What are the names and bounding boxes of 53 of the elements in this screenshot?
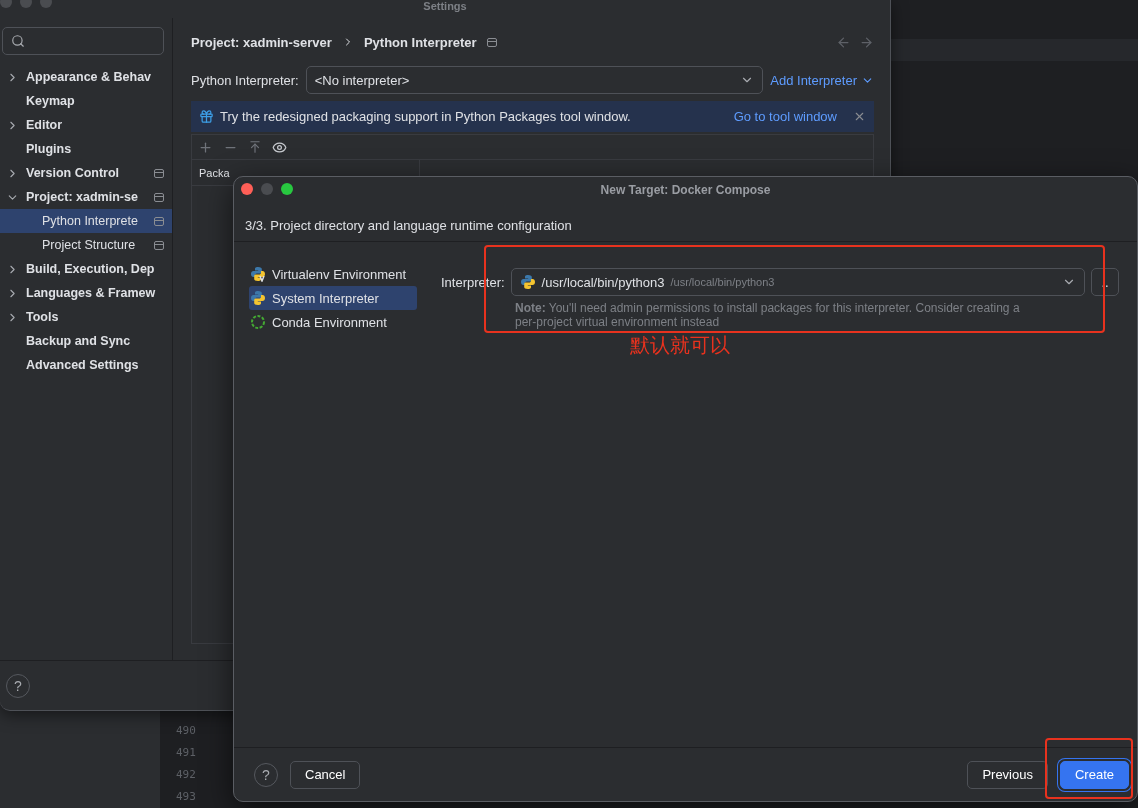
- sidebar-item[interactable]: Editor: [0, 113, 172, 137]
- breadcrumb-item: Python Interpreter: [363, 34, 477, 50]
- conda-ring-icon: [250, 314, 266, 330]
- sidebar-item[interactable]: Languages & Framew: [0, 281, 172, 305]
- sidebar-item[interactable]: Appearance & Behav: [0, 65, 172, 89]
- sidebar-item[interactable]: Advanced Settings: [0, 353, 172, 377]
- project-scope-icon: [486, 37, 497, 47]
- environment-item[interactable]: Virtualenv Environment: [249, 262, 417, 286]
- step-heading: 3/3. Project directory and language runtime configuration: [245, 218, 572, 233]
- annotation-text: 默认就可以: [630, 332, 730, 359]
- sidebar-item[interactable]: Tools: [0, 305, 172, 329]
- environment-item[interactable]: System Interpreter: [249, 286, 417, 310]
- sidebar-item[interactable]: Plugins: [0, 137, 172, 161]
- zoom-dot-icon[interactable]: [281, 183, 293, 195]
- interpreter-dropdown[interactable]: /usr/local/bin/python3 /usr/local/bin/python3: [510, 268, 1085, 296]
- minimize-dot-icon[interactable]: [261, 183, 273, 195]
- sidebar-item[interactable]: Project: xadmin-se: [0, 185, 172, 209]
- python-icon: [519, 274, 536, 290]
- sidebar-item[interactable]: Keymap: [0, 89, 172, 113]
- python-icon: [250, 290, 266, 306]
- close-icon[interactable]: [853, 110, 866, 123]
- banner-text: Try the redesigned packaging support in Python Packages tool window.: [220, 109, 632, 124]
- tool-window-link[interactable]: Go to tool window: [733, 109, 837, 124]
- line-number: 493: [176, 789, 196, 805]
- dialog-button[interactable]: Previous: [967, 760, 1048, 789]
- add-interpreter-link[interactable]: Add Interpreter: [770, 72, 874, 88]
- gift-icon: [199, 109, 214, 124]
- interpreter-dropdown[interactable]: <No interpreter>: [305, 66, 764, 94]
- python-venv-icon: [250, 266, 266, 282]
- upgrade-icon[interactable]: [248, 140, 262, 154]
- line-number: 490: [176, 723, 196, 739]
- line-number: 492: [176, 767, 196, 783]
- browse-button[interactable]: ..: [1091, 268, 1119, 296]
- window-title: Settings: [423, 0, 467, 12]
- add-icon[interactable]: [198, 139, 213, 155]
- sidebar-item[interactable]: Project Structure: [0, 233, 172, 257]
- forward-arrow-icon[interactable]: [859, 34, 874, 50]
- sidebar-item[interactable]: Backup and Sync: [0, 329, 172, 353]
- sidebar-item[interactable]: Python Interprete: [0, 209, 172, 233]
- note-text: Note: You'll need admin permissions to install packages for this interpreter. Consider creating a per-project virtual environment instead: [515, 301, 1021, 329]
- create-button[interactable]: Create: [1059, 760, 1129, 789]
- environment-item[interactable]: Conda Environment: [249, 310, 417, 334]
- breadcrumb-item: Project: xadmin-server: [191, 34, 332, 50]
- search-icon: [11, 34, 25, 48]
- eye-icon[interactable]: [272, 139, 287, 155]
- sidebar-item[interactable]: Version Control: [0, 161, 172, 185]
- field-label: Python Interpreter:: [191, 72, 299, 88]
- dialog-title: New Target: Docker Compose: [600, 182, 771, 197]
- sidebar-item[interactable]: Build, Execution, Dep: [0, 257, 172, 281]
- search-field[interactable]: [2, 27, 164, 55]
- dialog-button[interactable]: Cancel: [290, 760, 361, 789]
- close-dot-icon[interactable]: [241, 183, 253, 195]
- line-number: 491: [176, 745, 196, 761]
